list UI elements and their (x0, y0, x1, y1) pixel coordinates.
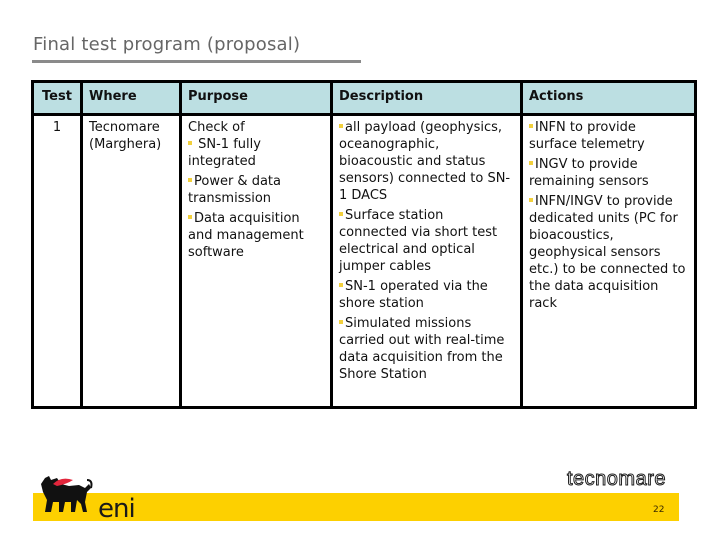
bullet-icon (529, 197, 533, 202)
cell-test-number: 1 (31, 113, 83, 409)
purpose-item: Data acquisition and management software (188, 210, 324, 261)
description-item: Simulated missions carried out with real… (339, 315, 514, 383)
description-item: SN-1 operated via the shore station (339, 278, 514, 312)
description-item-text: all payload (geophysics, oceanographic, … (339, 120, 511, 203)
cell-actions: INFN to provide surface telemetry INGV t… (520, 113, 697, 409)
action-item: INFN to provide surface telemetry (529, 119, 688, 153)
bullet-icon (529, 123, 533, 128)
description-item: Surface station connected via short test… (339, 207, 514, 275)
purpose-item: Power & data transmission (188, 173, 324, 207)
action-item: INGV to provide remaining sensors (529, 156, 688, 190)
purpose-item-text: Data acquisition and management software (188, 211, 304, 260)
header-purpose: Purpose (179, 80, 333, 116)
test-program-table: Test Where Purpose Description Actions 1… (31, 80, 697, 409)
eni-logo-text: eni (98, 496, 135, 521)
purpose-item-text: SN-1 fully integrated (188, 137, 261, 169)
table-header-row: Test Where Purpose Description Actions (31, 80, 697, 116)
cell-description: all payload (geophysics, oceanographic, … (330, 113, 523, 409)
action-item-text: INFN/INGV to provide dedicated units (PC… (529, 194, 686, 311)
bullet-icon (188, 140, 192, 145)
bullet-icon (339, 123, 343, 128)
bullet-icon (339, 319, 343, 324)
bullet-icon (188, 214, 192, 219)
bullet-icon (339, 211, 343, 216)
action-item-text: INGV to provide remaining sensors (529, 157, 649, 189)
description-item: all payload (geophysics, oceanographic, … (339, 119, 514, 204)
bullet-icon (188, 177, 192, 182)
table-row: 1 Tecnomare (Marghera) Check of SN-1 ful… (31, 113, 697, 409)
header-actions: Actions (520, 80, 697, 116)
bullet-icon (529, 160, 533, 165)
purpose-item-text: Power & data transmission (188, 174, 281, 206)
bullet-icon (339, 282, 343, 287)
cell-purpose: Check of SN-1 fully integrated Power & d… (179, 113, 333, 409)
purpose-item: SN-1 fully integrated (188, 136, 324, 170)
action-item: INFN/INGV to provide dedicated units (PC… (529, 193, 688, 312)
header-description: Description (330, 80, 523, 116)
header-test: Test (31, 80, 83, 116)
description-item-text: Surface station connected via short test… (339, 208, 498, 274)
page-number: 22 (653, 505, 665, 515)
cell-where: Tecnomare (Marghera) (80, 113, 182, 409)
slide-title: Final test program (proposal) (33, 34, 301, 55)
description-item-text: SN-1 operated via the shore station (339, 279, 488, 311)
purpose-intro: Check of (188, 120, 245, 135)
title-underline (32, 60, 361, 63)
eni-six-legged-dog-logo-icon (41, 476, 93, 512)
action-item-text: INFN to provide surface telemetry (529, 120, 645, 152)
tecnomare-logo-text: tecnomare (567, 468, 667, 491)
header-where: Where (80, 80, 182, 116)
description-item-text: Simulated missions carried out with real… (339, 316, 505, 382)
